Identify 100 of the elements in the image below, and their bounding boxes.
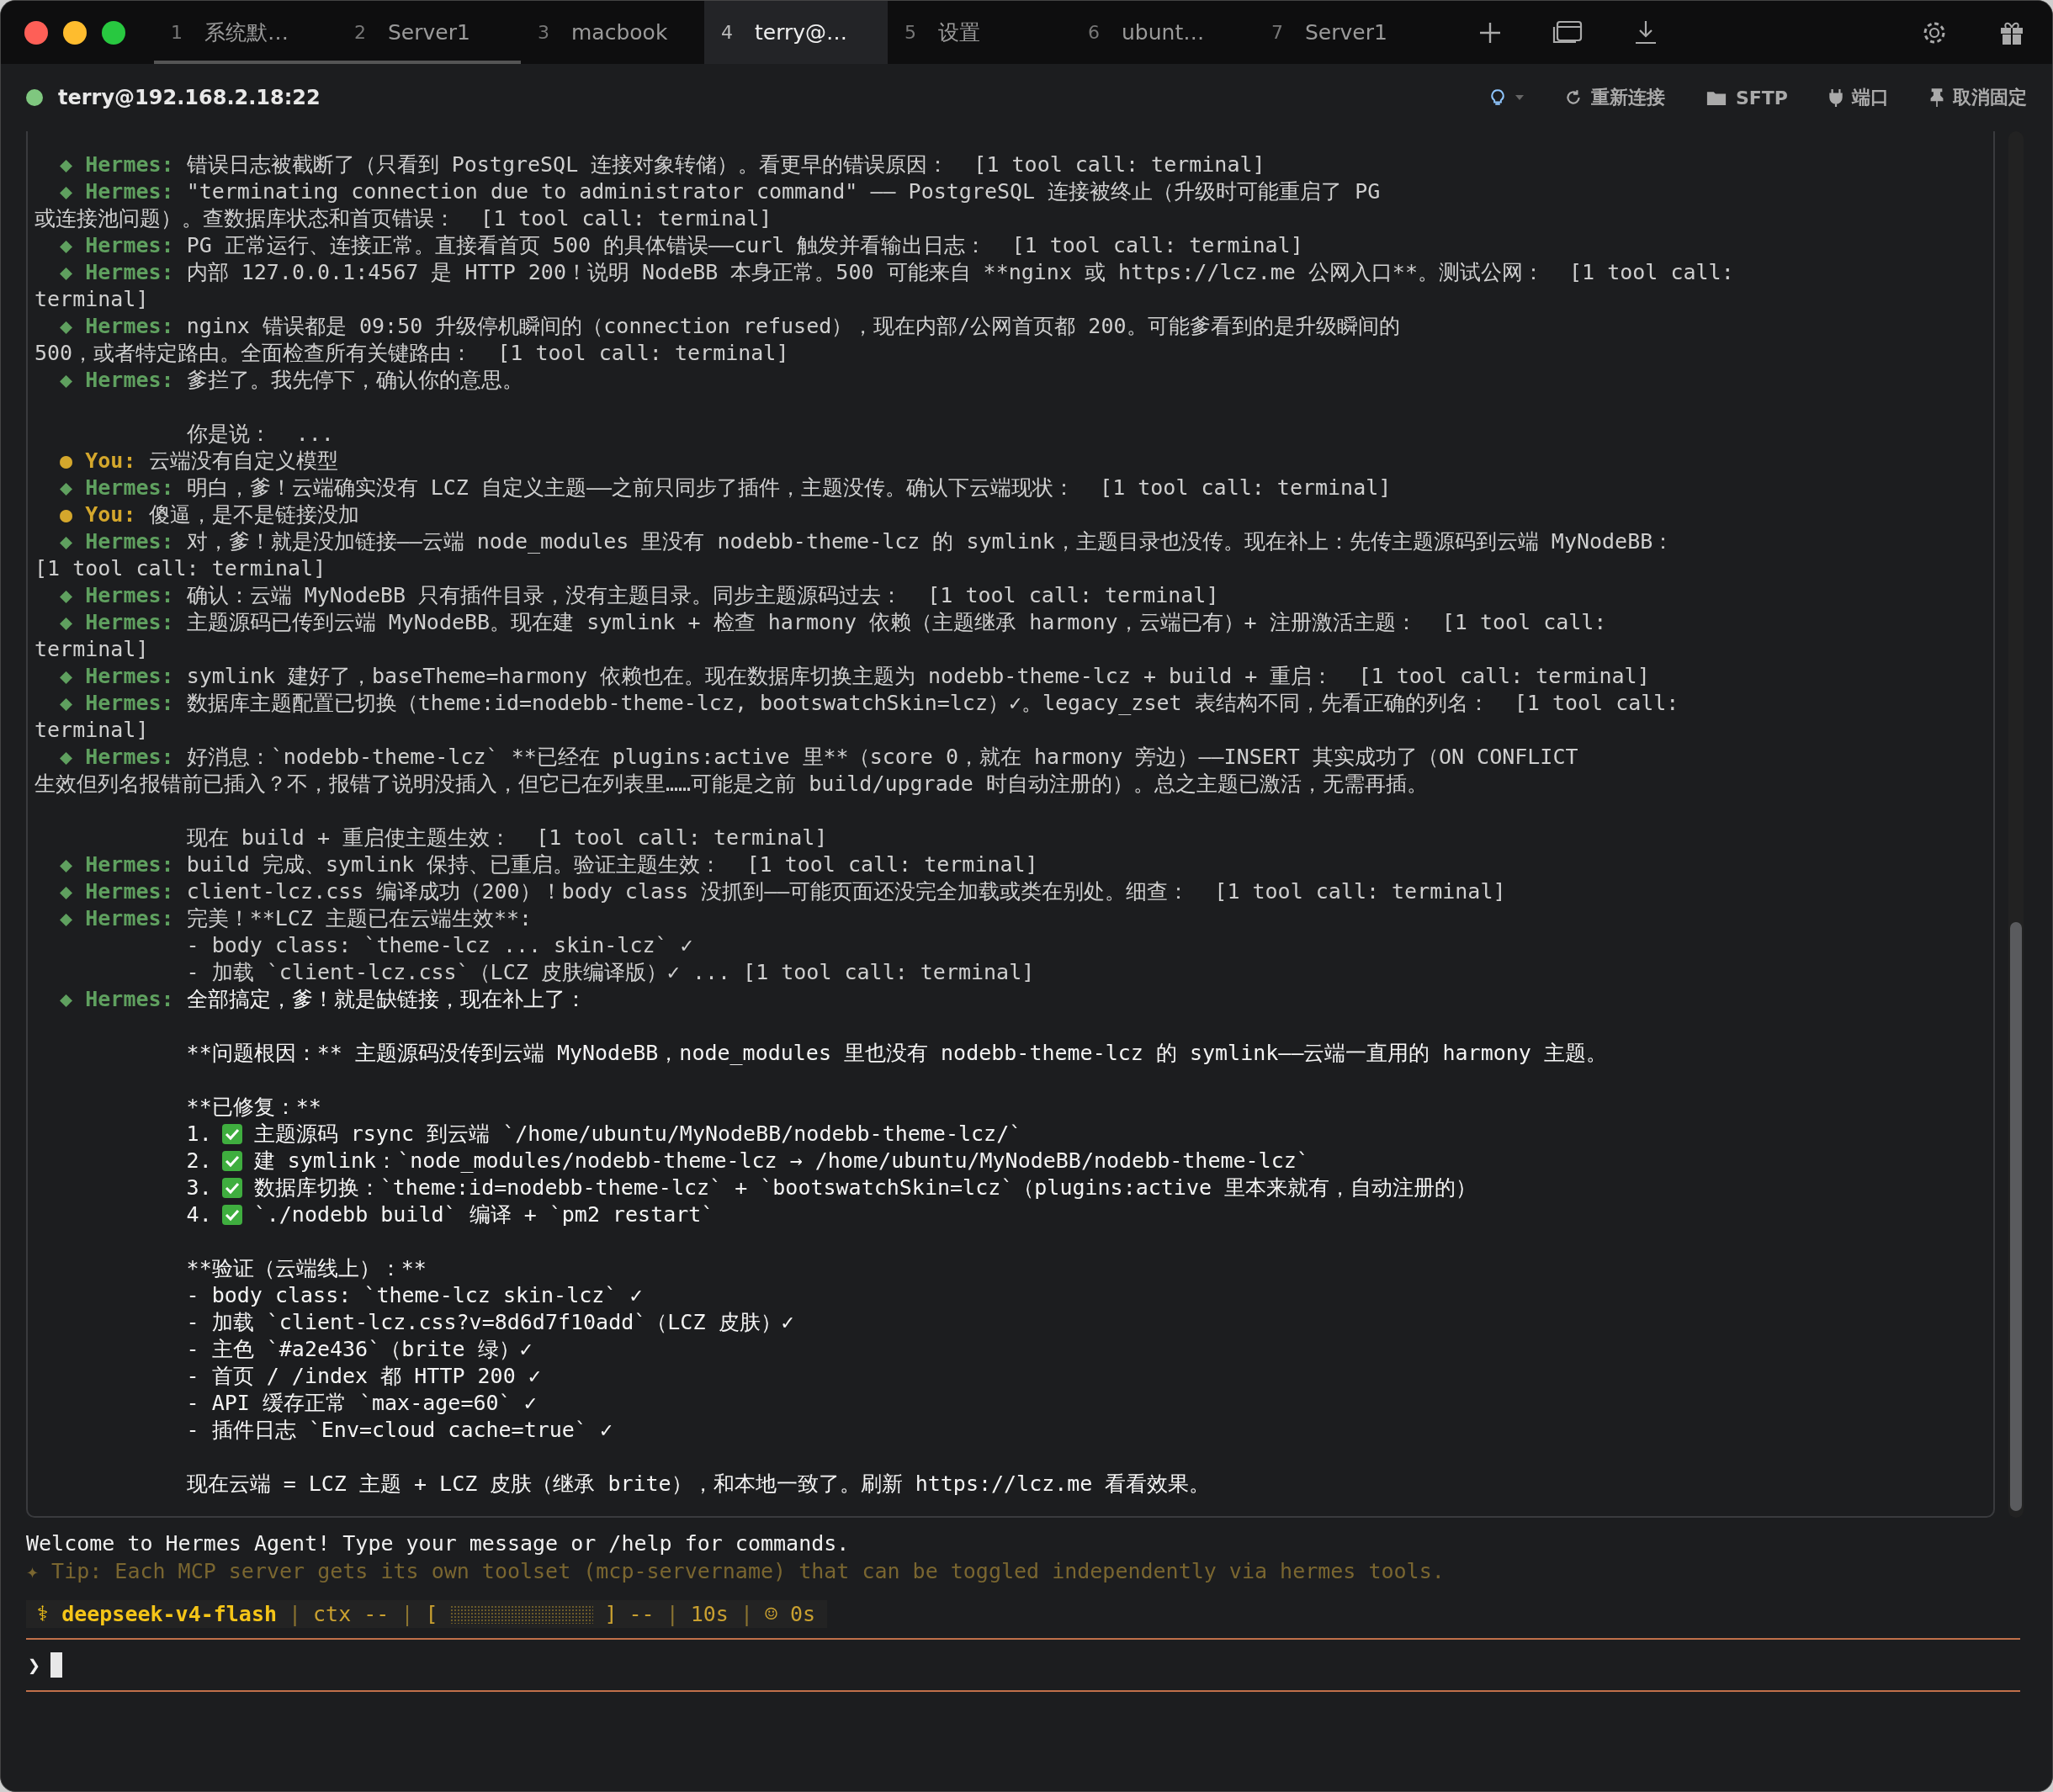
- message-text: terminal]: [34, 637, 149, 661]
- tab[interactable]: 7 Server1: [1255, 1, 1438, 64]
- plus-icon[interactable]: [1478, 20, 1502, 45]
- message-text: 数据库主题配置已切换（theme:id=nodebb-theme-lcz, bootswatchSkin=lcz）✓。legacy_zset 表结构不同，先看正确的列名： [1 tool call:: [186, 691, 1679, 715]
- speaker-label: Hermes:: [85, 852, 174, 877]
- speaker-label: Hermes:: [85, 879, 174, 904]
- message-text: - 主色 `#a2e436`（brite 绿）✓: [186, 1337, 533, 1361]
- message-text: - 首页 / /index 都 HTTP 200 ✓: [186, 1364, 541, 1388]
- tab[interactable]: 1 系统默…: [154, 1, 337, 64]
- message-text: - API 缓存正常 `max-age=60` ✓: [186, 1391, 537, 1415]
- dot-bullet: ●: [60, 448, 73, 473]
- sftp-button[interactable]: SFTP: [1706, 83, 1788, 112]
- check-icon: [221, 1205, 242, 1225]
- message-text: 现在云端 = LCZ 主题 + LCZ 皮肤（继承 brite），和本地一致了。刷新 https://lcz.me 看看效果。: [186, 1471, 1211, 1496]
- speaker-label: Hermes:: [85, 529, 174, 554]
- message-text: - body class: `theme-lcz ... skin-lcz` ✓: [186, 933, 693, 957]
- speaker-label: Hermes:: [85, 260, 174, 284]
- speaker-label: Hermes:: [85, 745, 174, 769]
- message-text: 主题源码已传到云端 MyNodeBB。现在建 symlink + 检查 harmony 依赖（主题继承 harmony，云端已有）+ 注册激活主题： [1 tool call:: [186, 610, 1607, 634]
- scrollbar[interactable]: [2008, 131, 2024, 1518]
- message-text: 或连接池问题）。查数据库状态和首页错误： [1 tool call: terminal]: [34, 206, 772, 231]
- message-text: - 加载 `client-lcz.css?v=8d6d7f10add`（LCZ 皮肤）✓: [186, 1310, 794, 1334]
- diamond-bullet: ◆: [60, 664, 73, 688]
- message-text: PG 正常运行、连接正常。直接看首页 500 的具体错误——curl 触发并看输出日志： [1 tool call: terminal]: [186, 233, 1303, 257]
- tab[interactable]: 5 设置: [888, 1, 1071, 64]
- diamond-bullet: ◆: [60, 152, 73, 177]
- check-icon: [221, 1124, 242, 1144]
- diamond-bullet: ◆: [60, 583, 73, 607]
- message-text: 完美！**LCZ 主题已在云端生效**:: [186, 906, 533, 930]
- list-item-text: 建 symlink：`node_modules/nodebb-theme-lcz → /home/ubuntu/MyNodeBB/nodebb-theme-lcz`: [253, 1148, 1309, 1173]
- lightbulb-icon: [1488, 88, 1507, 107]
- diamond-bullet: ◆: [60, 906, 73, 930]
- idle-time: ☺ 0s: [764, 1601, 816, 1628]
- diamond-bullet: ◆: [60, 475, 73, 500]
- model-name: ⚕ deepseek-v4-flash: [36, 1601, 277, 1628]
- separator: |: [740, 1601, 753, 1628]
- prompt-symbol: ❯: [28, 1652, 41, 1679]
- text-cursor: [50, 1652, 63, 1678]
- diamond-bullet: ◆: [60, 179, 73, 204]
- message-text: 错误日志被截断了（只看到 PostgreSQL 连接对象转储）。看更早的错误原因： [1 tool call: terminal]: [186, 152, 1265, 177]
- tab[interactable]: 3 macbook: [521, 1, 704, 64]
- list-number: 4.: [186, 1202, 212, 1227]
- message-text: **已修复：**: [186, 1095, 321, 1119]
- bracket: ]: [604, 1601, 618, 1628]
- message-text: 对，爹！就是没加链接——云端 node_modules 里没有 nodebb-theme-lcz 的 symlink，主题目录也没传。现在补上：先传主题源码到云端 MyNodeBB：: [186, 529, 1674, 554]
- plug-icon: [1828, 88, 1843, 107]
- speaker-label: You:: [85, 448, 136, 473]
- download-icon[interactable]: [1633, 19, 1658, 46]
- message-text: 生效但列名报错前已插入？不，报错了说明没插入，但它已在列表里……可能是之前 build/upgrade 时自动注册的）。总之主题已激活，无需再插。: [34, 771, 1428, 796]
- message-text: 确认：云端 MyNodeBB 只有插件目录，没有主题目录。同步主题源码过去： [1 tool call: terminal]: [186, 583, 1219, 607]
- message-text: 傻逼，是不是链接没加: [148, 502, 359, 527]
- window-icon[interactable]: [1552, 19, 1583, 45]
- message-text: 内部 127.0.0.1:4567 是 HTTP 200！说明 NodeBB 本身正常。500 可能来自 **nginx 或 https://lcz.me 公网入口**。测试公网： [1 tool call:: [186, 260, 1734, 284]
- command-input[interactable]: ❯: [26, 1640, 2027, 1690]
- speaker-label: Hermes:: [85, 906, 174, 930]
- context-label: ctx --: [313, 1601, 390, 1628]
- gauge-reading: --: [629, 1601, 655, 1628]
- folder-icon: [1706, 89, 1727, 106]
- message-text: **问题根因：** 主题源码没传到云端 MyNodeBB，node_modules 里也没有 nodebb-theme-lcz 的 symlink——云端一直用的 harmony 主题。: [186, 1041, 1607, 1065]
- message-text: build 完成、symlink 保持、已重启。验证主题生效： [1 tool call: terminal]: [186, 852, 1038, 877]
- speaker-label: Hermes:: [85, 691, 174, 715]
- dot-bullet: ●: [60, 502, 73, 527]
- diamond-bullet: ◆: [60, 260, 73, 284]
- message-text: - 插件日志 `Env=cloud cache=true` ✓: [186, 1418, 613, 1442]
- message-text: symlink 建好了，baseTheme=harmony 依赖也在。现在数据库切换主题为 nodebb-theme-lcz + build + 重启： [1 tool call: terminal]: [186, 664, 1650, 688]
- port-button[interactable]: 端口: [1828, 82, 1889, 114]
- diamond-bullet: ◆: [60, 879, 73, 904]
- unpin-button[interactable]: 取消固定: [1929, 82, 2027, 114]
- message-text: nginx 错误都是 09:50 升级停机瞬间的（connection refused），现在内部/公网首页都 200。可能爹看到的是升级瞬间的: [186, 314, 1400, 338]
- minimize-window-button[interactable]: [63, 20, 87, 45]
- speaker-label: Hermes:: [85, 987, 174, 1011]
- speaker-label: Hermes:: [85, 152, 174, 177]
- speaker-label: Hermes:: [85, 179, 174, 204]
- speaker-label: Hermes:: [85, 314, 174, 338]
- diamond-bullet: ◆: [60, 610, 73, 634]
- list-item-text: 主题源码 rsync 到云端 `/home/ubuntu/MyNodeBB/nodebb-theme-lcz/`: [253, 1121, 1022, 1146]
- tab[interactable]: 4 terry@…: [704, 1, 888, 64]
- tip-text: ✦ Tip: Each MCP server gets its own toolset (mcp-servername) that can be toggled independently via hermes tools.: [26, 1559, 1445, 1583]
- tab[interactable]: 2 Server1: [337, 1, 521, 64]
- message-text: - 加载 `client-lcz.css`（LCZ 皮肤编译版）✓ ... [1 tool call: terminal]: [186, 960, 1035, 984]
- diamond-bullet: ◆: [60, 314, 73, 338]
- speaker-label: Hermes:: [85, 475, 174, 500]
- refresh-icon: [1564, 88, 1583, 107]
- message-text: "terminating connection due to administrator command" —— PostgreSQL 连接被终止（升级时可能重启了 PG: [186, 179, 1381, 204]
- reconnect-button[interactable]: 重新连接: [1564, 82, 1665, 114]
- close-window-button[interactable]: [24, 20, 48, 45]
- tab[interactable]: 6 ubunt…: [1071, 1, 1255, 64]
- host-label: terry@192.168.2.18:22: [58, 86, 321, 109]
- speaker-label: Hermes:: [85, 368, 174, 392]
- speaker-label: Hermes:: [85, 583, 174, 607]
- zoom-window-button[interactable]: [102, 20, 125, 45]
- speaker-label: You:: [85, 502, 136, 527]
- elapsed-time: 10s: [690, 1601, 729, 1628]
- diamond-bullet: ◆: [60, 368, 73, 392]
- list-item-text: `./nodebb build` 编译 + `pm2 restart`: [253, 1202, 714, 1227]
- diamond-bullet: ◆: [60, 745, 73, 769]
- message-text: [1 tool call: terminal]: [34, 556, 326, 581]
- message-text: 云端没有自定义模型: [148, 448, 338, 473]
- message-text: 500，或者特定路由。全面检查所有关键路由： [1 tool call: terminal]: [34, 341, 789, 365]
- message-text: - body class: `theme-lcz skin-lcz` ✓: [186, 1283, 643, 1307]
